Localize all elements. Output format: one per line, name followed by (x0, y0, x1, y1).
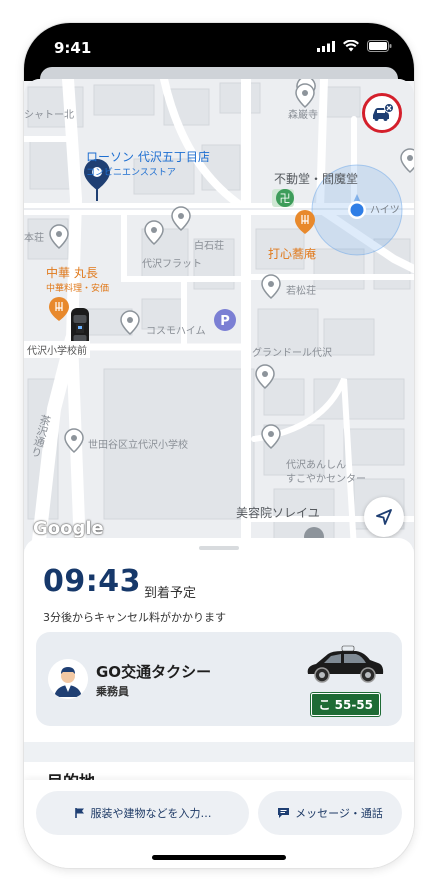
car-cancel-button[interactable] (362, 93, 402, 133)
poi-chuka-sub: 中華料理・安価 (46, 284, 110, 294)
driver-card[interactable]: GO交通タクシー 乗務員 こ 55-55 (36, 632, 402, 726)
chat-icon (278, 808, 290, 818)
poi-flat[interactable]: 代沢フラット (142, 255, 202, 270)
poi-chuka[interactable]: 中華 丸長 (46, 264, 98, 281)
message-call-button[interactable]: メッセージ・通話 (258, 791, 402, 835)
landmark-input-button[interactable]: 服装や建物などを入力… (36, 791, 249, 835)
license-plate: こ 55-55 (310, 692, 381, 717)
cancel-notice: 3分後からキャンセル料がかかります (43, 611, 226, 624)
car-cancel-icon (373, 103, 394, 121)
eta-time: 09:43 (43, 564, 141, 599)
poi-grandor[interactable]: グランドール代沢 (252, 344, 332, 359)
poi-shrine[interactable]: 森巌寺 (288, 106, 318, 121)
poi-school[interactable]: 世田谷区立代沢小学校 (88, 436, 188, 451)
taxi-car-icon (307, 645, 384, 683)
svg-text:卍: 卍 (280, 192, 291, 205)
poi-lawson-sub: コンビニエンスストア (86, 168, 176, 178)
poi-haitsu: ハイツ (370, 205, 400, 216)
message-call-label: メッセージ・通話 (295, 807, 383, 820)
eta-label: 到着予定 (144, 586, 197, 601)
poi-lawson[interactable]: ローソン 代沢五丁目店 (86, 148, 210, 165)
taxi-company: GO交通タクシー (96, 663, 212, 681)
section-divider (24, 742, 414, 762)
svg-text:P: P (220, 314, 230, 329)
poi-fudodo[interactable]: 不動堂・閻魔堂 (274, 170, 358, 187)
status-time: 9:41 (54, 39, 92, 57)
driver-avatar (48, 659, 88, 699)
sheet-handle[interactable] (199, 546, 239, 550)
poi-shiraishi[interactable]: 白石荘 (194, 237, 224, 252)
poi-sharetown: シャトー北 (24, 110, 74, 121)
google-logo: Google (33, 518, 104, 539)
poi-restaurant[interactable]: 打心蕎庵 (268, 245, 316, 262)
landmark-input-label: 服装や建物などを入力… (90, 807, 212, 820)
status-icons (317, 40, 392, 52)
poi-salon[interactable]: 美容院ソレイユ (236, 504, 320, 521)
poi-anshin-2: すこやかセンター (286, 474, 366, 485)
poi-anshin[interactable]: 代沢あんしん (286, 456, 346, 471)
poi-cosmo[interactable]: コスモハイム (146, 322, 206, 337)
poi-school-front: 代沢小学校前 (24, 341, 90, 358)
driver-role: 乗務員 (96, 685, 129, 698)
navigation-arrow-icon (376, 509, 392, 525)
locate-button[interactable] (364, 497, 404, 537)
action-bar: 服装や建物などを入力… メッセージ・通話 (24, 780, 414, 868)
poi-honso: 本荘 (24, 233, 44, 244)
map-view[interactable]: 卍 P ローソン 代沢五丁目店 コンビニエンスストア 森巌寺 不動堂・閻魔堂 白… (24, 79, 414, 549)
battery-icon (367, 40, 392, 52)
home-indicator[interactable] (152, 855, 286, 860)
signal-icon (317, 40, 335, 52)
trip-sheet: 09:43 到着予定 3分後からキャンセル料がかかります GO交通タクシー 乗務… (24, 538, 414, 868)
wifi-icon (343, 40, 359, 52)
poi-wakamatsu[interactable]: 若松荘 (286, 282, 316, 297)
flag-icon (74, 808, 84, 818)
phone-frame: 9:41 卍 P ローソン 代沢五丁目店 コンビニエンスストア 森巌寺 不動堂・… (24, 23, 414, 868)
driver-avatar-icon (48, 659, 88, 699)
